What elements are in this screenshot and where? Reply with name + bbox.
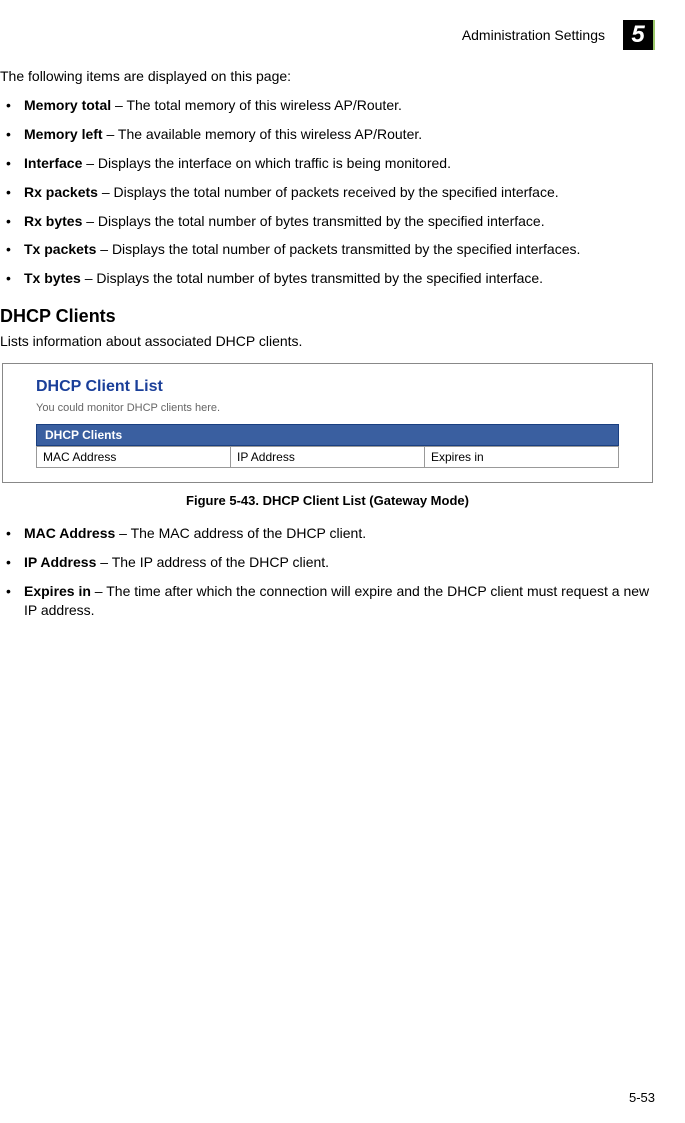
term: Interface <box>24 155 82 171</box>
term: Rx bytes <box>24 213 82 229</box>
page-number: 5-53 <box>629 1090 655 1105</box>
desc: – The time after which the connection wi… <box>24 583 649 618</box>
term: Tx bytes <box>24 270 81 286</box>
section-heading: DHCP Clients <box>0 306 655 327</box>
desc: – Displays the total number of bytes tra… <box>82 213 544 229</box>
desc: – The total memory of this wireless AP/R… <box>111 97 402 113</box>
desc: – The IP address of the DHCP client. <box>96 554 329 570</box>
definition-list-2: •MAC Address – The MAC address of the DH… <box>0 524 655 620</box>
screenshot-table-header-bar: DHCP Clients <box>36 424 619 446</box>
figure-caption: Figure 5-43. DHCP Client List (Gateway M… <box>0 493 655 508</box>
list-item: •Memory total – The total memory of this… <box>6 96 655 115</box>
section-description: Lists information about associated DHCP … <box>0 333 655 349</box>
screenshot-subtitle: You could monitor DHCP clients here. <box>36 402 619 414</box>
list-item: •MAC Address – The MAC address of the DH… <box>6 524 655 543</box>
definition-list-1: •Memory total – The total memory of this… <box>0 96 655 288</box>
col-expires: Expires in <box>425 447 619 468</box>
desc: – Displays the interface on which traffi… <box>82 155 451 171</box>
term: Expires in <box>24 583 91 599</box>
desc: – Displays the total number of packets t… <box>96 241 580 257</box>
screenshot-title: DHCP Client List <box>36 378 619 396</box>
header-title: Administration Settings <box>462 27 605 43</box>
list-item: •Expires in – The time after which the c… <box>6 582 655 620</box>
desc: – Displays the total number of packets r… <box>98 184 559 200</box>
col-mac: MAC Address <box>37 447 231 468</box>
list-item: •Memory left – The available memory of t… <box>6 125 655 144</box>
list-item: •Tx bytes – Displays the total number of… <box>6 269 655 288</box>
chapter-number-box: 5 <box>623 20 655 50</box>
desc: – The MAC address of the DHCP client. <box>115 525 366 541</box>
desc: – Displays the total number of bytes tra… <box>81 270 543 286</box>
term: Tx packets <box>24 241 96 257</box>
term: Memory total <box>24 97 111 113</box>
term: Rx packets <box>24 184 98 200</box>
list-item: •Tx packets – Displays the total number … <box>6 240 655 259</box>
intro-text: The following items are displayed on thi… <box>0 68 655 84</box>
list-item: •Rx packets – Displays the total number … <box>6 183 655 202</box>
desc: – The available memory of this wireless … <box>103 126 423 142</box>
page-header: Administration Settings 5 <box>0 20 655 50</box>
term: MAC Address <box>24 525 115 541</box>
list-item: •Rx bytes – Displays the total number of… <box>6 212 655 231</box>
term: Memory left <box>24 126 103 142</box>
term: IP Address <box>24 554 96 570</box>
screenshot-figure: DHCP Client List You could monitor DHCP … <box>2 363 653 483</box>
screenshot-table: MAC Address IP Address Expires in <box>36 446 619 468</box>
table-row: MAC Address IP Address Expires in <box>37 447 619 468</box>
list-item: •IP Address – The IP address of the DHCP… <box>6 553 655 572</box>
col-ip: IP Address <box>231 447 425 468</box>
list-item: •Interface – Displays the interface on w… <box>6 154 655 173</box>
